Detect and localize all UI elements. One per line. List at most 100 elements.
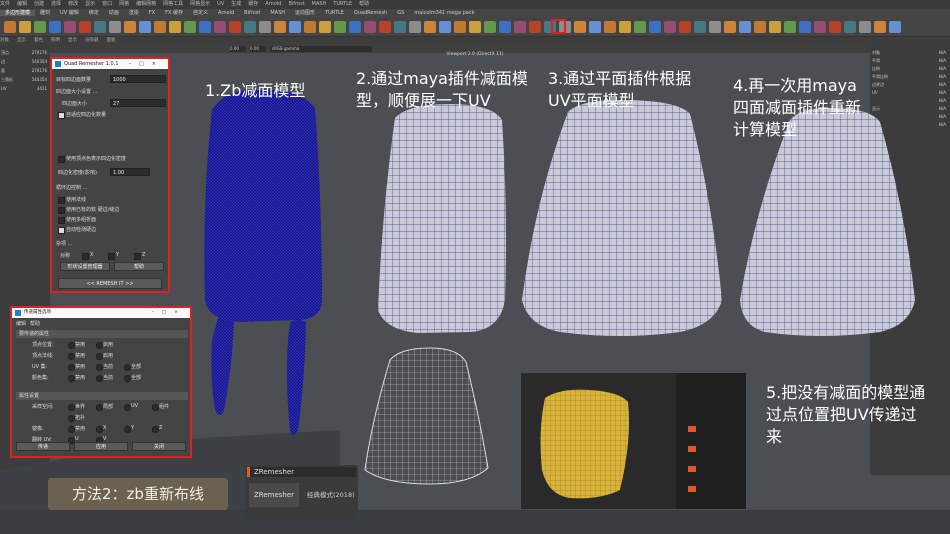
flattened-wire [522, 100, 722, 336]
radio-label: 启用 [103, 342, 114, 348]
radio-option[interactable] [96, 375, 103, 382]
radio-option[interactable] [124, 426, 131, 433]
adapt-quad-checkbox[interactable] [58, 112, 65, 119]
radio-option[interactable] [96, 353, 103, 360]
close-button[interactable]: 关闭 [132, 442, 186, 451]
row-label: 顶点法线: [32, 353, 54, 359]
zremesher-mode[interactable]: 经典模式(2018) [307, 489, 357, 499]
loops-label: 循环边控制 ... [56, 185, 88, 191]
remesh-it-button[interactable]: << REMESH IT >> [58, 278, 162, 289]
vertex-color-label: 使用顶点色表示四边化密度 [66, 156, 127, 162]
zremesher-button[interactable]: ZRemesher [249, 483, 299, 507]
dialog-titlebar: Quad Remesher 1.0.1 –□× [52, 59, 168, 69]
radio-label: 启用 [103, 353, 114, 359]
radio-option[interactable] [68, 342, 75, 349]
radio-option[interactable] [124, 364, 131, 371]
sym-x-label: X [90, 252, 94, 258]
transfer-titlebar: 传递属性选项 –□× [12, 308, 190, 318]
step3-caption: 3.通过平面插件根据UV平面模型 [548, 69, 692, 110]
radio-label: 禁用 [75, 342, 86, 348]
presets-button[interactable]: 形状设置管理器 [60, 262, 110, 271]
use-materials-label: 使用已有的软 硬边/缝边 [66, 207, 120, 213]
use-smoothing-checkbox[interactable] [58, 217, 65, 224]
menu-help[interactable]: 帮助 [30, 320, 40, 327]
radio-label: 全部 [131, 364, 142, 370]
help-button[interactable]: 帮助 [114, 262, 164, 271]
radio-label: 禁用 [75, 375, 86, 381]
row-label: 采样空间: [32, 404, 54, 410]
transfer-title: 传递属性选项 [24, 310, 51, 315]
radio-label: 世界 [75, 404, 86, 410]
adaptive-size-field[interactable]: 27 [110, 99, 166, 107]
row-label: 镜像: [32, 426, 44, 432]
radio-label: X [103, 425, 107, 431]
row-label: 顶点位置: [32, 342, 54, 348]
adaptive-label: 四边面大小设置 ... [56, 89, 98, 95]
radio-option[interactable] [96, 364, 103, 371]
transfer-window-controls-icon[interactable]: –□× [152, 308, 186, 318]
dialog-title: Quad Remesher 1.0.1 [64, 61, 119, 67]
radio-label: 当前 [103, 364, 114, 370]
wire-preview-mesh [364, 347, 489, 485]
radio-option[interactable] [68, 426, 75, 433]
use-normals-label: 使用法线 [66, 197, 87, 203]
radio-option[interactable] [124, 404, 131, 411]
radio-option[interactable] [68, 375, 75, 382]
density-field[interactable]: 1.00 [110, 168, 150, 176]
use-materials-checkbox[interactable] [58, 207, 65, 214]
step1-caption: 1.Zb减面模型 [205, 81, 306, 100]
sym-x-checkbox[interactable] [82, 253, 89, 260]
zremesher-panel: ZRemesher ZRemesher 经典模式(2018) [245, 465, 358, 520]
radio-option[interactable] [152, 404, 159, 411]
use-smoothing-label: 使用多组折面 [66, 217, 97, 223]
zb-strap-right [286, 320, 306, 435]
maya-remesh-wire [378, 104, 506, 333]
zbrush-orange-icon-1[interactable] [688, 426, 696, 432]
zb-strap-left [211, 317, 234, 415]
section-settings[interactable]: 属性设置 [16, 392, 188, 400]
radio-option[interactable] [96, 426, 103, 433]
window-controls-icon[interactable]: –□× [129, 59, 164, 69]
step5-caption: 5.把没有减面的模型通过点位置把UV传递过来 [766, 383, 926, 446]
radio-label: 禁用 [75, 426, 86, 432]
zbrush-orange-icon-3[interactable] [688, 466, 696, 472]
recalc-wire [740, 108, 915, 336]
sym-y-checkbox[interactable] [108, 253, 115, 260]
radio-option[interactable] [96, 342, 103, 349]
radio-label: 当前 [103, 375, 114, 381]
section-attributes[interactable]: 要传递的属性 [16, 330, 188, 338]
detect-hard-checkbox[interactable] [58, 227, 65, 234]
radio-option[interactable] [68, 364, 75, 371]
method-label: 方法2：zb重新布线 [48, 478, 228, 510]
sym-z-label: Z [142, 252, 146, 258]
radio-option[interactable] [124, 375, 131, 382]
apply-button[interactable]: 应用 [74, 442, 128, 451]
adapt-quad-label: 自适应四边化数量 [66, 112, 107, 118]
sym-y-label: Y [116, 252, 120, 258]
step2-caption: 2.通过maya插件减面模型，顺便展一下UV [356, 69, 528, 110]
radio-option[interactable] [68, 404, 75, 411]
zb-dense-mesh [204, 89, 322, 323]
step4-caption: 4.再一次用maya四面减面插件重新计算模型 [733, 76, 862, 139]
transfer-button[interactable]: 传递 [16, 442, 70, 451]
zbrush-orange-icon-4[interactable] [688, 486, 696, 492]
zremesher-title[interactable]: ZRemesher [247, 467, 356, 477]
transfer-attributes-dialog: 传递属性选项 –□× 编辑 帮助 要传递的属性 顶点位置: 禁用 启用 顶点法线: 禁用启… [10, 306, 192, 458]
radio-option[interactable] [152, 426, 159, 433]
menu-edit[interactable]: 编辑 [16, 320, 26, 327]
detect-hard-label: 自动检测硬边 [66, 227, 97, 233]
radio-option[interactable] [68, 415, 75, 422]
use-normals-checkbox[interactable] [58, 197, 65, 204]
maya-logo-icon-2 [15, 310, 21, 316]
maya-logo-icon [55, 61, 61, 67]
target-label: 目标四边面数量 [56, 77, 92, 83]
bottom-strip [0, 510, 950, 534]
zbrush-orange-icon-2[interactable] [688, 446, 696, 452]
radio-option[interactable] [68, 353, 75, 360]
radio-option[interactable] [96, 404, 103, 411]
sym-z-checkbox[interactable] [134, 253, 141, 260]
adaptive-size-label: 四边面大小 [62, 101, 88, 107]
vertex-color-checkbox[interactable] [58, 156, 65, 163]
target-quad-field[interactable]: 1000 [110, 75, 166, 83]
radio-label: 组件 [159, 404, 170, 410]
